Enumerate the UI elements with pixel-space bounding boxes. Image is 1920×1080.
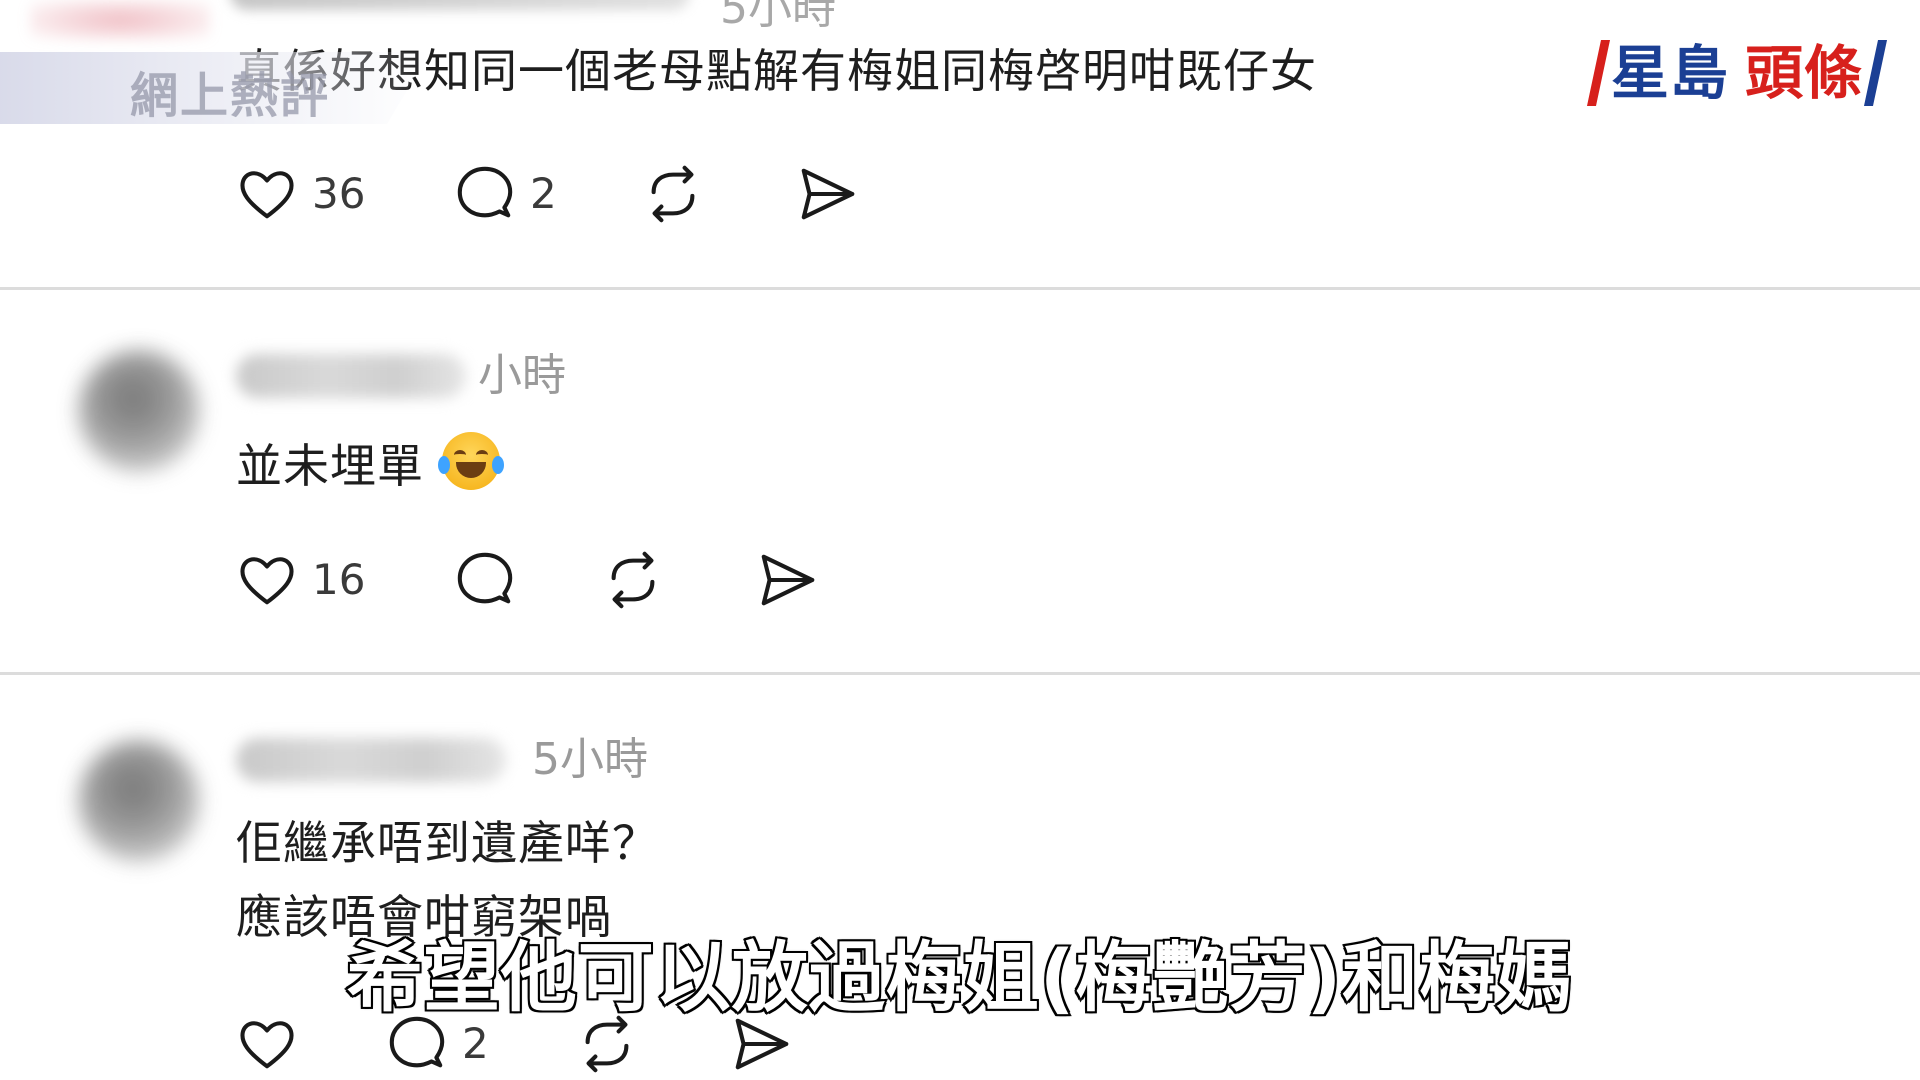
like-button[interactable]: [236, 1012, 298, 1076]
reply-button[interactable]: 2: [454, 162, 557, 226]
like-button[interactable]: 16: [236, 548, 365, 612]
avatar[interactable]: [78, 350, 200, 472]
section-label: 網上熱評: [130, 68, 331, 124]
send-icon: [735, 1018, 789, 1070]
comment-text-line: 並未埋單: [236, 439, 424, 493]
brand-name-part1: 星島: [1611, 39, 1730, 107]
repost-button[interactable]: [602, 548, 664, 612]
like-button[interactable]: 36: [236, 162, 365, 226]
repost-icon: [585, 1015, 629, 1073]
reply-button[interactable]: [454, 548, 516, 612]
heart-icon: [240, 557, 294, 605]
video-subtitle: 希望他可以放過梅姐(梅艷芳)和梅媽: [345, 933, 1574, 1022]
comment-bubble-icon: [389, 1016, 445, 1068]
comment-text-line: 佢繼承唔到遺產咩？: [236, 816, 659, 870]
like-count: 16: [312, 555, 366, 604]
timestamp-partial: 5小時: [720, 0, 836, 34]
comment-bubble-icon: [457, 552, 513, 604]
emoji-tear: [492, 456, 504, 474]
timestamp: 小時: [478, 350, 566, 401]
reply-count: 2: [530, 169, 557, 218]
repost-button[interactable]: [642, 162, 704, 226]
avatar[interactable]: [78, 740, 200, 862]
repost-icon: [611, 551, 655, 609]
username-blurred: [230, 0, 690, 10]
brand-bar-left: [1586, 40, 1611, 106]
brand-name-part2: 頭條: [1745, 39, 1864, 107]
avatar-partial: [30, 0, 210, 40]
repost-icon: [651, 165, 695, 223]
heart-icon: [240, 171, 294, 219]
brand-bar-right: [1864, 40, 1888, 106]
heart-icon: [240, 1021, 294, 1069]
emoji-mouth: [456, 462, 486, 478]
divider: [0, 672, 1920, 675]
emoji-tear: [438, 456, 450, 474]
username-blurred[interactable]: [236, 354, 466, 398]
share-button[interactable]: [756, 548, 818, 612]
comment-bubble-icon: [457, 166, 513, 218]
timestamp: 5小時: [532, 734, 648, 785]
divider: [0, 287, 1920, 290]
reply-count: 2: [462, 1019, 489, 1068]
send-icon: [801, 168, 855, 220]
like-count: 36: [312, 169, 366, 218]
video-frame: 5小時 真係好想知同一個老母點解有梅姐同梅啓明咁既仔女 36 2 網上熱評 小時…: [0, 0, 1920, 1080]
brand-logo: 星島 頭條: [1586, 36, 1888, 110]
share-button[interactable]: [796, 162, 858, 226]
comment-text: 並未埋單: [236, 432, 504, 493]
laughing-crying-emoji-icon: [438, 432, 504, 490]
send-icon: [761, 554, 815, 606]
username-blurred[interactable]: [236, 738, 506, 782]
